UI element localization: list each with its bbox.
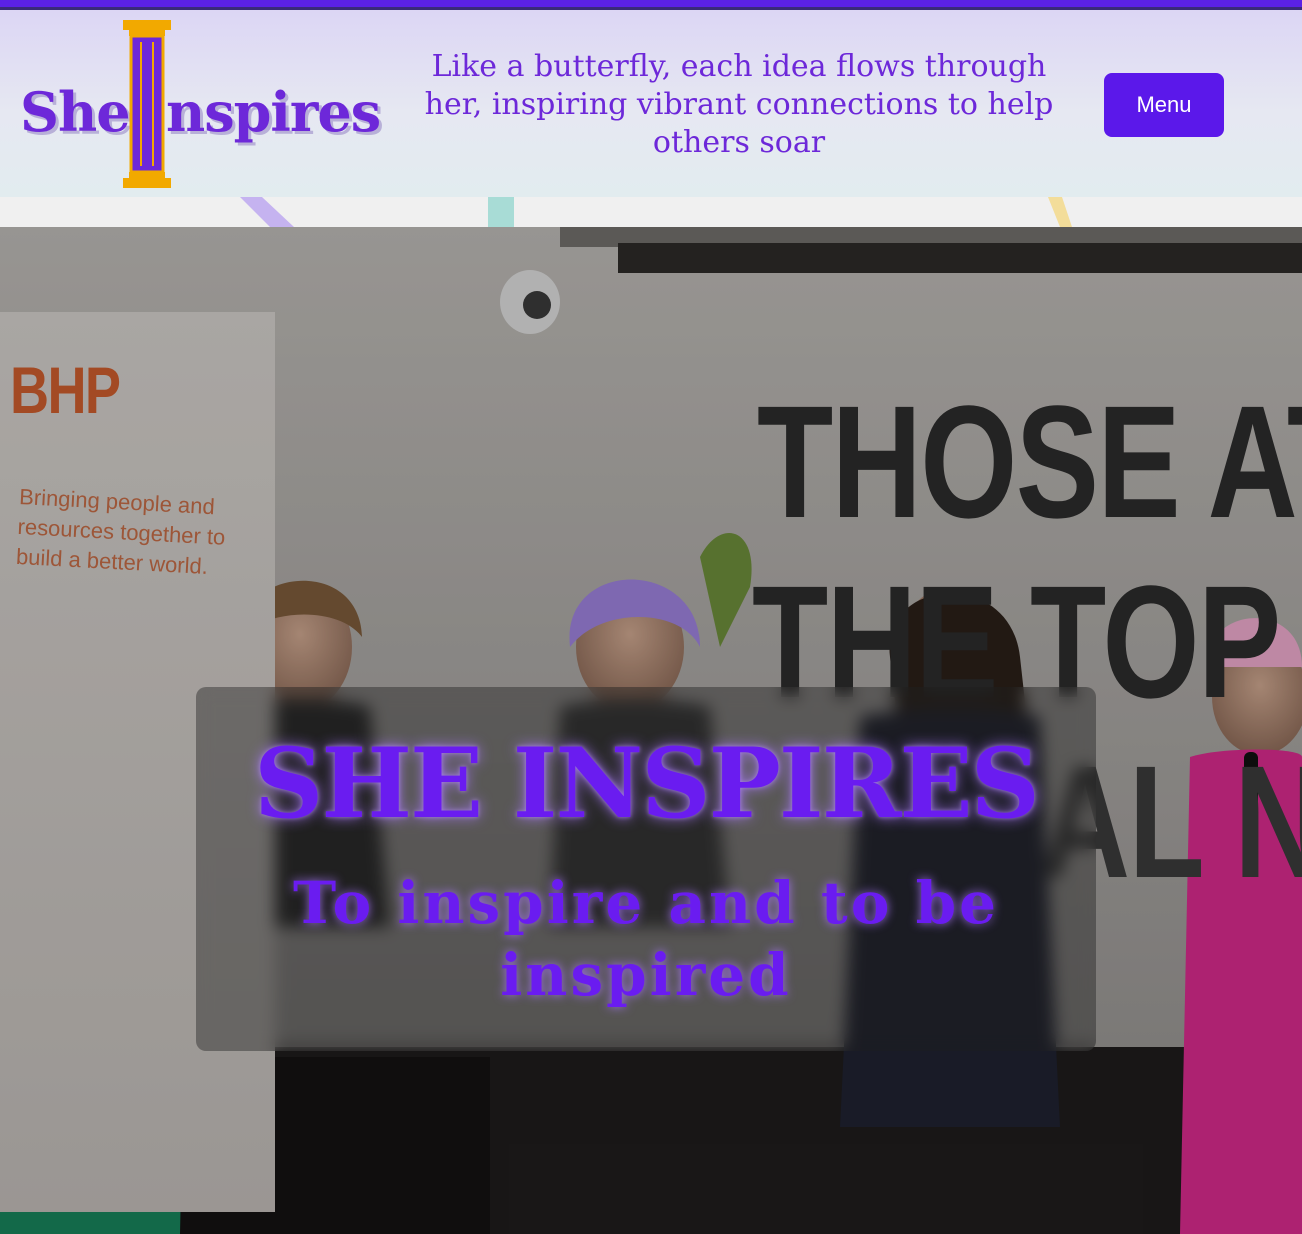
- logo-text-she: She: [20, 80, 131, 144]
- logo-text-nspires: nspires: [166, 80, 381, 144]
- hero-title: SHE INSPIRES: [254, 727, 1040, 840]
- top-accent-bar: [0, 0, 1302, 10]
- menu-button[interactable]: Menu: [1104, 73, 1224, 137]
- decorative-ribbons: [240, 197, 1072, 227]
- header-tagline: Like a butterfly, each idea flows throug…: [424, 49, 1054, 160]
- column-pillar-icon: [123, 20, 171, 188]
- hero-section: BHP Bringing people and resources togeth…: [0, 227, 1302, 1234]
- hero-subtitle: To inspire and to be inspired: [292, 869, 1000, 1009]
- decorative-band: [0, 197, 1302, 227]
- site-header: She nspires Like a butterfly, each idea …: [0, 10, 1302, 197]
- site-logo[interactable]: She nspires: [20, 20, 381, 190]
